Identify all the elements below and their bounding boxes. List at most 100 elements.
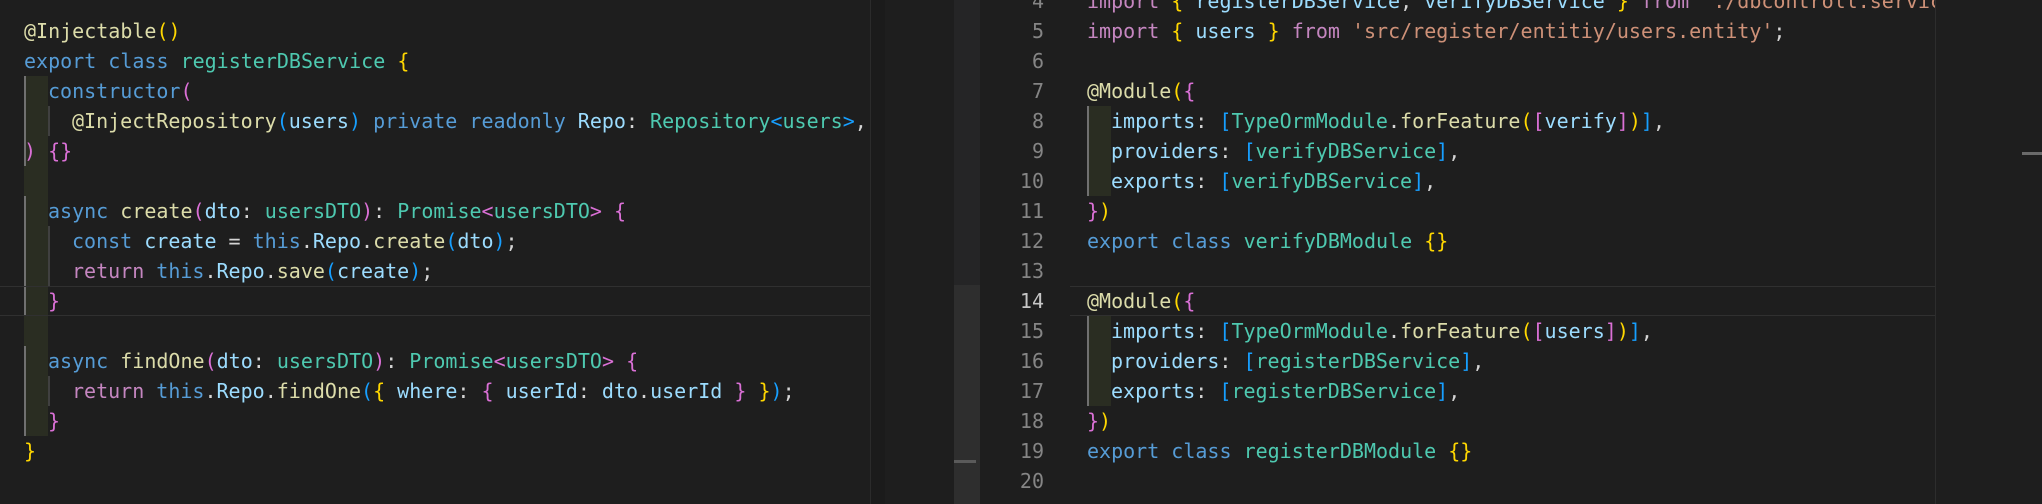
code-line[interactable]: } (0, 286, 870, 316)
line-number: 14 (1019, 289, 1044, 313)
code-token: < (770, 109, 783, 133)
code-token: ] (1436, 139, 1449, 163)
code-token: : (240, 199, 265, 223)
code-text: providers: [verifyDBService], (1111, 136, 1460, 166)
code-token: : (373, 199, 398, 223)
code-token: userId (650, 379, 723, 403)
indent-guide (48, 226, 50, 256)
code-token: ) (361, 199, 374, 223)
code-token: ( (204, 349, 217, 373)
indent-guide-fill (24, 166, 48, 196)
code-line[interactable]: 13 (980, 256, 1935, 286)
code-token: ; (421, 259, 434, 283)
right-editor-overview-ruler[interactable] (1935, 0, 2042, 504)
code-text: @Module({ (1087, 76, 1195, 106)
indent-guide-fill (1087, 376, 1111, 406)
code-text: export class verifyDBModule {} (1087, 226, 1448, 256)
code-line[interactable]: async findOne(dto: usersDTO): Promise<us… (0, 346, 870, 376)
line-number: 19 (1019, 439, 1044, 463)
code-token: ] (1604, 319, 1617, 343)
indent-guide (24, 406, 26, 436)
code-token: ] (1460, 349, 1473, 373)
indent-guide-fill (24, 316, 48, 346)
code-line[interactable] (0, 316, 870, 346)
code-token: [ (1532, 109, 1545, 133)
code-text: import { users } from 'src/register/enti… (1087, 16, 1785, 46)
line-number: 5 (1031, 19, 1044, 43)
vertical-scrollbar-thumb[interactable] (954, 285, 980, 504)
code-text: } (48, 286, 60, 316)
code-line[interactable]: return this.Repo.findOne({ where: { user… (0, 376, 870, 406)
indent-guide-fill (24, 346, 48, 376)
code-line[interactable]: } (0, 436, 870, 466)
code-line[interactable]: @InjectRepository(users) private readonl… (0, 106, 870, 136)
code-text: exports: [verifyDBService], (1111, 166, 1436, 196)
code-line[interactable]: } (0, 406, 870, 436)
code-line[interactable]: export class registerDBService { (0, 46, 870, 76)
code-token: [ (1243, 139, 1256, 163)
code-text: import { registerDBService, verifyDBServ… (1087, 0, 1935, 16)
code-line[interactable]: 10 exports: [verifyDBService], (980, 166, 1935, 196)
code-line[interactable]: return this.Repo.save(create); (0, 256, 870, 286)
code-token: create (373, 229, 446, 253)
code-line[interactable]: 20 (980, 466, 1935, 496)
code-token: : (457, 379, 482, 403)
code-line[interactable]: 16 providers: [registerDBService], (980, 346, 1935, 376)
code-token: Repo (312, 229, 362, 253)
indent-guide (1087, 376, 1089, 406)
code-line[interactable] (0, 166, 870, 196)
code-token: ] (1628, 319, 1641, 343)
code-token: , (1448, 379, 1461, 403)
code-line[interactable]: 5 import { users } from 'src/register/ent… (980, 16, 1935, 46)
code-token: ) (348, 109, 362, 133)
code-token: @InjectRepository (72, 109, 277, 133)
code-token: , (1640, 319, 1653, 343)
code-token: [ (1219, 109, 1232, 133)
code-text: export class registerDBModule {} (1087, 436, 1472, 466)
code-token: ; (1773, 19, 1786, 43)
code-line[interactable]: 18}) (980, 406, 1935, 436)
code-line[interactable]: 6 (980, 46, 1935, 76)
code-text: ) {} (24, 136, 72, 166)
indent-guide-fill (24, 76, 48, 106)
code-token: ) (493, 229, 506, 253)
code-line[interactable]: 17 exports: [registerDBService], (980, 376, 1935, 406)
code-token: registerDBService (1231, 379, 1437, 403)
code-line[interactable]: @Injectable() (0, 16, 870, 46)
code-line[interactable]: 11}) (980, 196, 1935, 226)
code-token: verify (1544, 109, 1617, 133)
code-token: > (589, 199, 602, 223)
code-text: const create = this.Repo.create(dto); (72, 226, 518, 256)
code-token: Promise (397, 199, 482, 223)
indent-guide-fill (24, 106, 48, 136)
code-line[interactable]: 19 export class registerDBModule {} (980, 436, 1935, 466)
code-text: async findOne(dto: usersDTO): Promise<us… (48, 346, 638, 376)
code-line[interactable]: 4 import { registerDBService, verifyDBSer… (980, 0, 1935, 16)
code-token: users (1195, 19, 1256, 43)
code-line[interactable]: async create(dto: usersDTO): Promise<use… (0, 196, 870, 226)
left-editor-scrollbar[interactable] (870, 0, 885, 504)
code-line[interactable]: 15 imports: [TypeOrmModule.forFeature([us… (980, 316, 1935, 346)
code-line[interactable]: 14 @Module({ (980, 286, 1935, 316)
code-token: @Module (1087, 289, 1172, 313)
code-token: './dbcontroll.service' (1701, 0, 1935, 13)
line-number: 4 (1031, 0, 1044, 13)
code-line[interactable]: 8 imports: [TypeOrmModule.forFeature([ver… (980, 106, 1935, 136)
indent-guide-fill (1087, 166, 1111, 196)
code-line[interactable]: 7 @Module({ (980, 76, 1935, 106)
code-line[interactable]: 12 export class verifyDBModule {} (980, 226, 1935, 256)
left-editor-pane[interactable]: @Injectable() export class registerDBServ… (0, 0, 870, 504)
code-line[interactable]: ) {} (0, 136, 870, 166)
indent-guide-fill (1087, 136, 1111, 166)
code-line[interactable]: 9 providers: [verifyDBService], (980, 136, 1935, 166)
code-line[interactable]: constructor( (0, 76, 870, 106)
code-token: users (782, 109, 843, 133)
right-editor-pane[interactable]: 4 import { registerDBService, verifyDBSer… (980, 0, 1935, 504)
code-line[interactable]: const create = this.Repo.create(dto); (0, 226, 870, 256)
line-number: 13 (1019, 259, 1044, 283)
